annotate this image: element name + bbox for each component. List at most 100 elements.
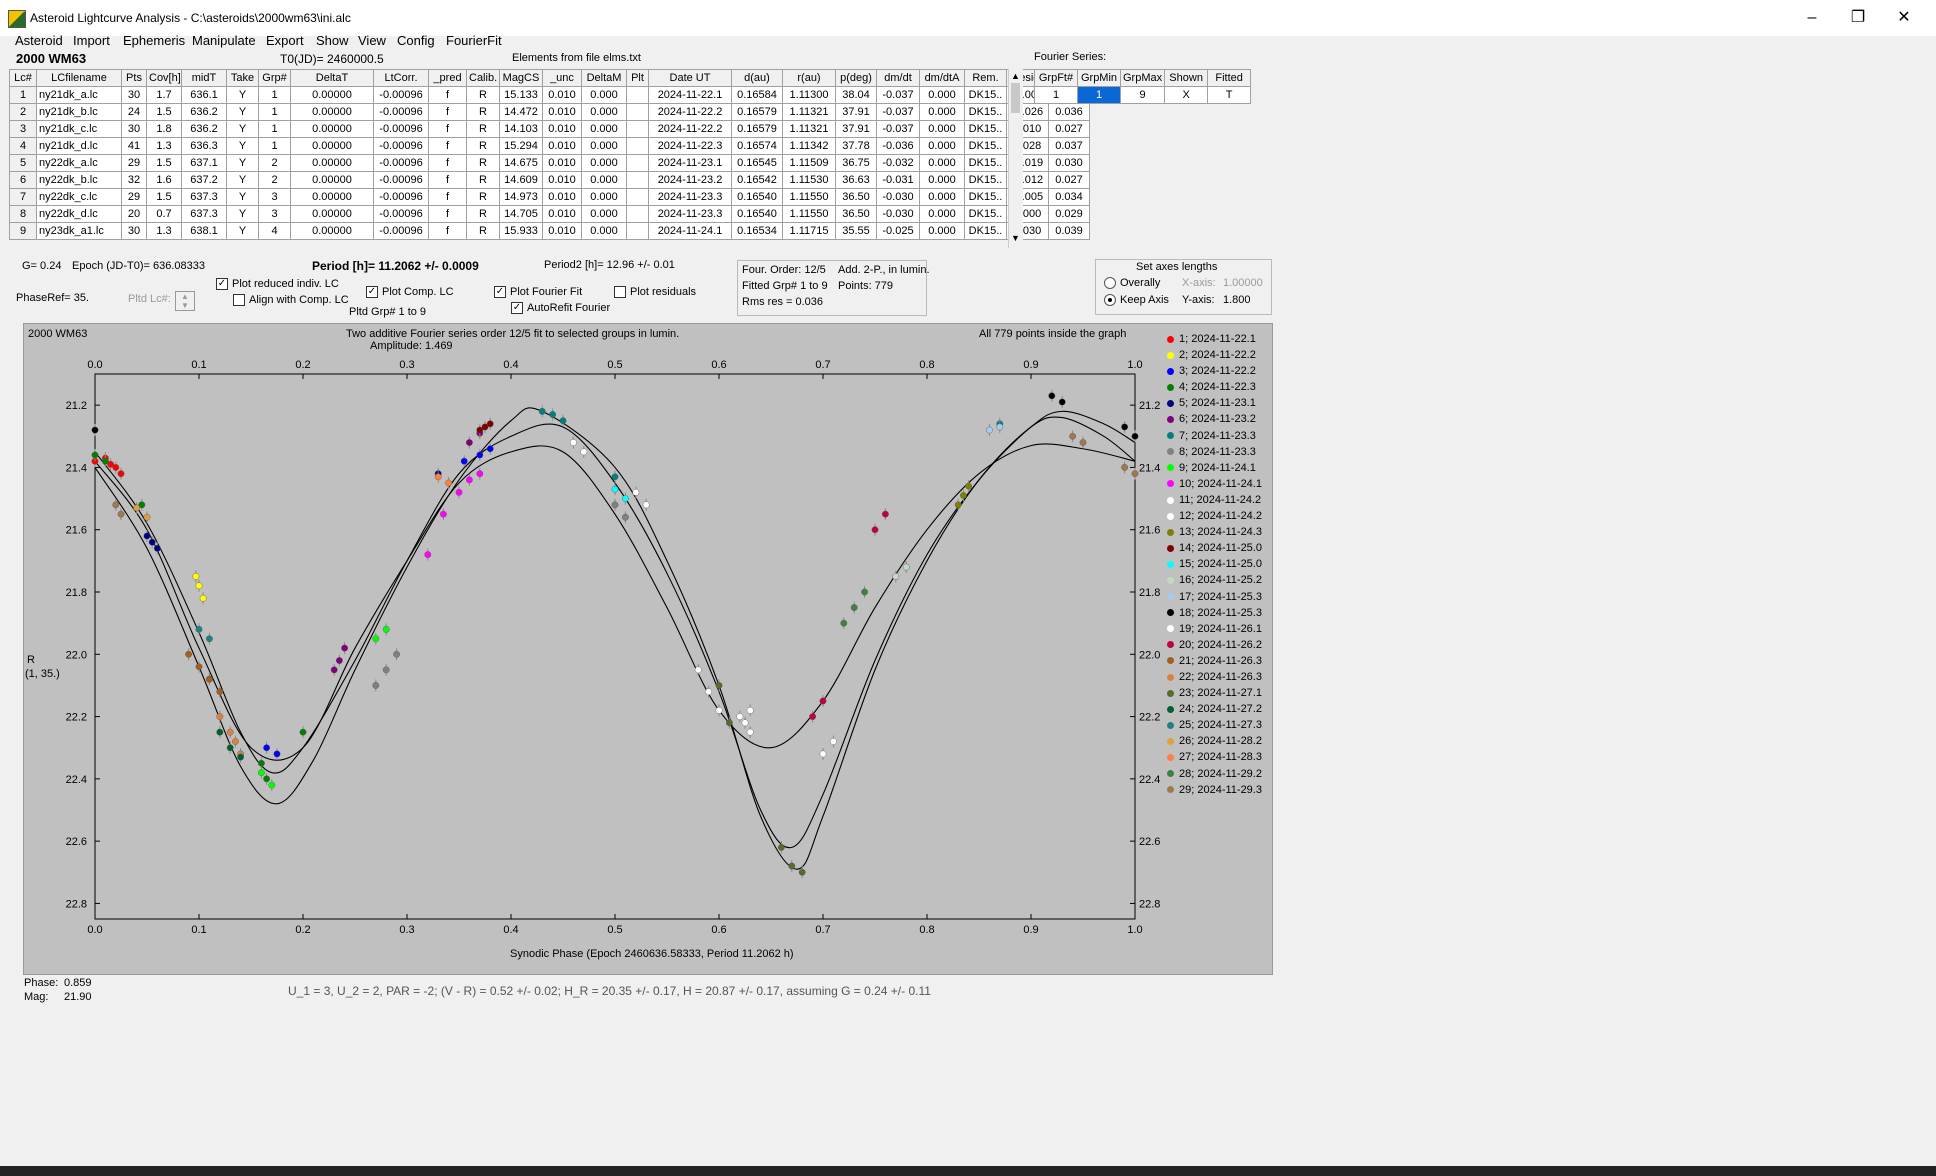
table-cell[interactable]: -0.00096	[373, 86, 429, 104]
fourier-cell[interactable]: 9	[1119, 86, 1166, 104]
table-cell[interactable]: 0.16579	[731, 120, 783, 138]
table-cell[interactable]: 2024-11-24.1	[648, 222, 732, 240]
table-cell[interactable]: -0.032	[876, 154, 920, 172]
plot-reduced-checkbox[interactable]: ✓ Plot reduced indiv. LC	[216, 278, 339, 291]
table-cell[interactable]: -0.030	[876, 188, 920, 206]
table-cell[interactable]: -0.025	[876, 222, 920, 240]
table-cell[interactable]: f	[428, 171, 467, 189]
table-cell[interactable]: 1.11300	[782, 86, 836, 104]
table-cell[interactable]: 0.037	[1048, 137, 1090, 155]
table-cell[interactable]	[626, 103, 649, 121]
table-cell[interactable]: 15.133	[499, 86, 543, 104]
table-cell[interactable]: 1.11530	[782, 171, 836, 189]
table-cell[interactable]: R	[466, 171, 500, 189]
fourier-cell[interactable]: X	[1164, 86, 1209, 104]
table-cell[interactable]: -0.00096	[373, 137, 429, 155]
table-cell[interactable]: 1	[9, 86, 37, 104]
table-cell[interactable]: DK15..	[964, 154, 1007, 172]
table-cell[interactable]	[626, 154, 649, 172]
table-cell[interactable]: 0.036	[1048, 103, 1090, 121]
table-cell[interactable]: 1	[258, 137, 291, 155]
scroll-up-icon[interactable]: ▲	[1011, 71, 1020, 81]
table-cell[interactable]	[626, 86, 649, 104]
table-cell[interactable]: 2024-11-23.2	[648, 171, 732, 189]
align-comp-checkbox[interactable]: Align with Comp. LC	[233, 294, 349, 307]
column-header[interactable]: dm/dt	[876, 69, 920, 87]
column-header[interactable]: Rem.	[964, 69, 1007, 87]
table-cell[interactable]: -0.030	[876, 205, 920, 223]
table-cell[interactable]: DK15..	[964, 171, 1007, 189]
lightcurve-plot-panel[interactable]: 2000 WM63 Two additive Fourier series or…	[23, 323, 1273, 975]
table-cell[interactable]: 36.75	[835, 154, 877, 172]
table-row[interactable]: 4 ny21dk_d.lc 41 1.3 636.3 Y 1 0.00000 -0.00096 f…	[9, 137, 1090, 155]
table-cell[interactable]: Y	[226, 222, 259, 240]
table-cell[interactable]: R	[466, 188, 500, 206]
table-cell[interactable]: 0.000	[581, 171, 627, 189]
table-cell[interactable]: 4	[258, 222, 291, 240]
column-header[interactable]: _pred	[428, 69, 467, 87]
table-cell[interactable]: Y	[226, 171, 259, 189]
table-cell[interactable]: 0.000	[919, 188, 965, 206]
table-cell[interactable]: -0.00096	[373, 120, 429, 138]
table-row[interactable]: 8 ny22dk_d.lc 20 0.7 637.3 Y 3 0.00000 -0.00096 f…	[9, 205, 1090, 223]
table-cell[interactable]: 1.3	[146, 137, 182, 155]
column-header[interactable]: _unc	[542, 69, 582, 87]
close-button[interactable]: ✕	[1882, 6, 1926, 30]
table-cell[interactable]: 0.000	[919, 120, 965, 138]
menu-import[interactable]: Import	[73, 33, 110, 48]
table-cell[interactable]: -0.037	[876, 103, 920, 121]
table-cell[interactable]: 0.027	[1048, 171, 1090, 189]
table-cell[interactable]: 0.010	[542, 171, 582, 189]
table-cell[interactable]: -0.00096	[373, 188, 429, 206]
table-cell[interactable]: R	[466, 86, 500, 104]
table-cell[interactable]: 14.609	[499, 171, 543, 189]
table-cell[interactable]: 636.2	[181, 120, 227, 138]
plot-fourier-checkbox[interactable]: ✓ Plot Fourier Fit	[494, 286, 582, 299]
table-cell[interactable]: DK15..	[964, 188, 1007, 206]
column-header[interactable]: Date UT	[648, 69, 732, 87]
table-cell[interactable]: -0.037	[876, 86, 920, 104]
table-cell[interactable]: 0.034	[1048, 188, 1090, 206]
table-cell[interactable]: 2	[258, 171, 291, 189]
plot-comp-checkbox[interactable]: ✓ Plot Comp. LC	[366, 286, 454, 299]
table-row[interactable]: 1 ny21dk_a.lc 30 1.7 636.1 Y 1 0.00000 -0.00096 f…	[9, 86, 1090, 104]
column-header[interactable]: Plt	[626, 69, 649, 87]
table-cell[interactable]: 0.030	[1048, 154, 1090, 172]
pltd-lc-spinner[interactable]: ▲ ▼	[175, 291, 195, 311]
table-cell[interactable]: 2024-11-23.3	[648, 188, 732, 206]
table-cell[interactable]: DK15..	[964, 137, 1007, 155]
table-cell[interactable]: 1.11550	[782, 205, 836, 223]
table-cell[interactable]: 2024-11-22.3	[648, 137, 732, 155]
table-scrollbar[interactable]: ▲ ▼	[1008, 69, 1023, 248]
table-cell[interactable]: 637.1	[181, 154, 227, 172]
table-cell[interactable]: 36.50	[835, 205, 877, 223]
table-cell[interactable]: 2024-11-23.1	[648, 154, 732, 172]
table-row[interactable]: 6 ny22dk_b.lc 32 1.6 637.2 Y 2 0.00000 -0.00096 f…	[9, 171, 1090, 189]
table-cell[interactable]: 636.1	[181, 86, 227, 104]
table-cell[interactable]: f	[428, 137, 467, 155]
keep-axis-radio[interactable]: Keep Axis	[1104, 294, 1169, 307]
table-cell[interactable]	[626, 120, 649, 138]
table-cell[interactable]: 0.000	[919, 171, 965, 189]
table-cell[interactable]: 1.8	[146, 120, 182, 138]
table-cell[interactable]: ny22dk_d.lc	[36, 205, 122, 223]
table-cell[interactable]: 2024-11-23.3	[648, 205, 732, 223]
table-cell[interactable]: 29	[121, 154, 147, 172]
fourier-column-header[interactable]: GrpFt#	[1034, 69, 1078, 87]
table-cell[interactable]: Y	[226, 205, 259, 223]
column-header[interactable]: r(au)	[782, 69, 836, 87]
table-cell[interactable]: f	[428, 120, 467, 138]
table-cell[interactable]: 0.16584	[731, 86, 783, 104]
table-cell[interactable]: 1.5	[146, 154, 182, 172]
table-cell[interactable]: 0.00000	[290, 120, 374, 138]
column-header[interactable]: Take	[226, 69, 259, 87]
x-axis-input[interactable]: 1.00000	[1223, 277, 1263, 289]
table-cell[interactable]: -0.031	[876, 171, 920, 189]
table-row[interactable]: 7 ny22dk_c.lc 29 1.5 637.3 Y 3 0.00000 -0.00096 f…	[9, 188, 1090, 206]
table-cell[interactable]	[626, 222, 649, 240]
fourier-cell[interactable]: 1	[1034, 86, 1078, 104]
table-cell[interactable]: R	[466, 205, 500, 223]
column-header[interactable]: Calib.	[466, 69, 500, 87]
table-cell[interactable]: 637.2	[181, 171, 227, 189]
table-row[interactable]: 5 ny22dk_a.lc 29 1.5 637.1 Y 2 0.00000 -0.00096 f…	[9, 154, 1090, 172]
